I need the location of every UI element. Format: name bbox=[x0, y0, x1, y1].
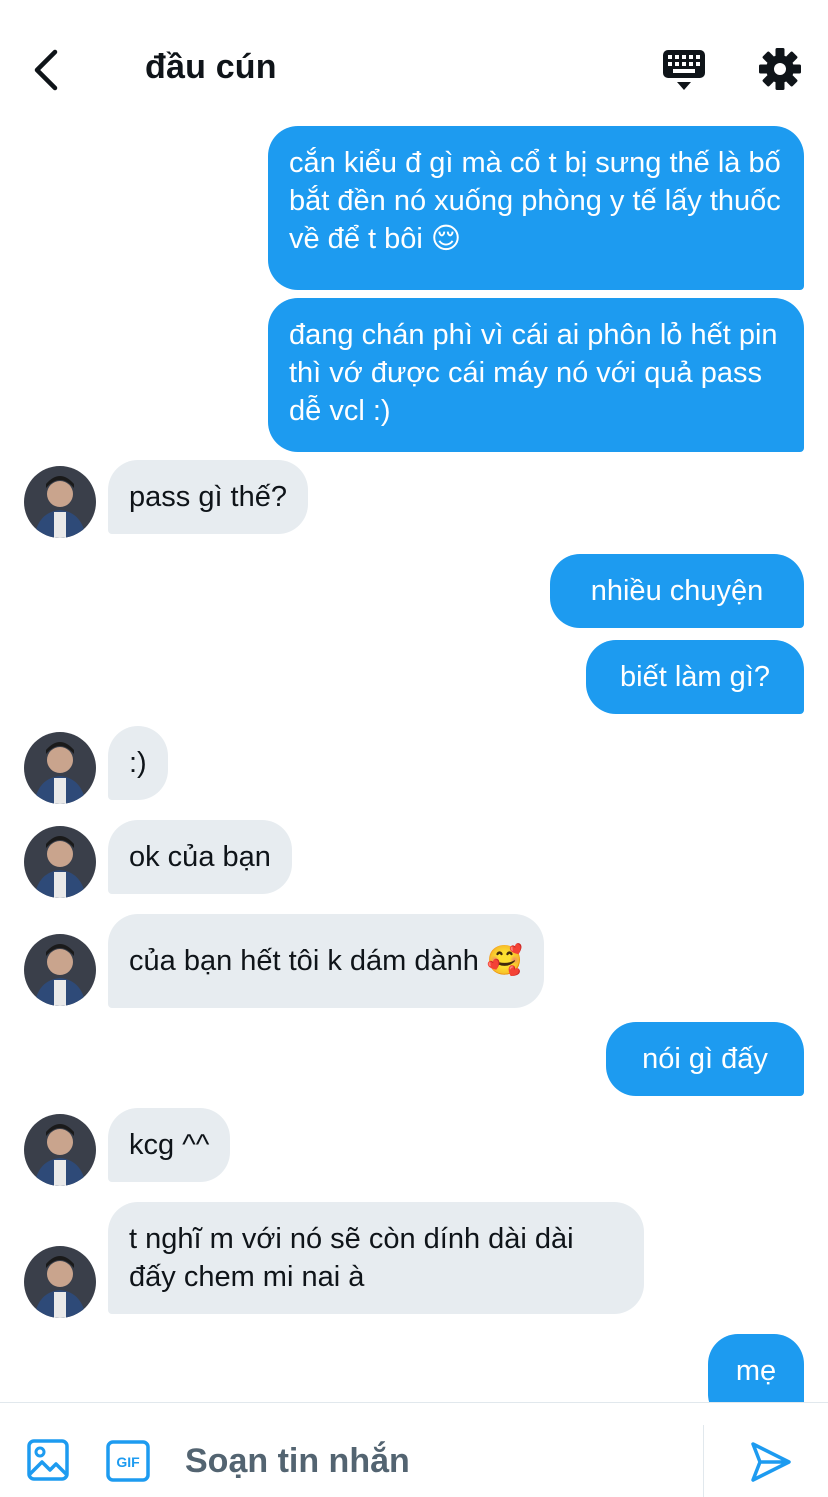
message-outgoing[interactable]: mẹ bbox=[708, 1334, 804, 1402]
message-bubble[interactable]: nhiều chuyện bbox=[550, 554, 804, 628]
back-button[interactable] bbox=[22, 40, 70, 100]
message-bubble[interactable]: pass gì thế? bbox=[108, 460, 308, 534]
message-outgoing[interactable]: nhiều chuyện bbox=[550, 554, 804, 628]
chevron-left-icon bbox=[34, 49, 58, 91]
message-outgoing[interactable]: biết làm gì? bbox=[586, 640, 804, 714]
message-bubble[interactable]: đang chán phì vì cái ai phôn lỏ hết pin … bbox=[268, 298, 804, 452]
message-incoming[interactable]: pass gì thế? bbox=[108, 460, 308, 534]
avatar[interactable] bbox=[24, 826, 96, 898]
avatar[interactable] bbox=[24, 732, 96, 804]
avatar[interactable] bbox=[24, 466, 96, 538]
gif-icon: GIF bbox=[106, 1440, 150, 1482]
message-bubble[interactable]: của bạn hết tôi k dám dành 🥰 bbox=[108, 914, 545, 1008]
message-bubble[interactable]: biết làm gì? bbox=[586, 640, 804, 714]
message-bubble[interactable]: mẹ bbox=[708, 1334, 804, 1402]
keyboard-button[interactable] bbox=[660, 44, 708, 96]
message-incoming[interactable]: :) bbox=[108, 726, 168, 800]
keyboard-icon bbox=[663, 50, 705, 90]
conversation-header: đầu cún bbox=[0, 0, 828, 120]
message-composer: GIF Soạn tin nhắn bbox=[0, 1402, 828, 1497]
message-bubble[interactable]: :) bbox=[108, 726, 168, 800]
avatar[interactable] bbox=[24, 934, 96, 1006]
message-input[interactable]: Soạn tin nhắn bbox=[185, 1436, 685, 1486]
image-icon bbox=[27, 1439, 69, 1481]
send-icon bbox=[751, 1442, 791, 1482]
send-button[interactable] bbox=[748, 1439, 794, 1485]
gif-label: GIF bbox=[116, 1454, 140, 1470]
gif-button[interactable]: GIF bbox=[106, 1440, 150, 1482]
gear-icon bbox=[759, 48, 801, 90]
message-thread[interactable]: cắn kiểu đ gì mà cổ t bị sưng thế là bố … bbox=[0, 120, 828, 1402]
avatar[interactable] bbox=[24, 1114, 96, 1186]
avatar[interactable] bbox=[24, 1246, 96, 1318]
message-bubble[interactable]: ok của bạn bbox=[108, 820, 292, 894]
message-outgoing[interactable]: cắn kiểu đ gì mà cổ t bị sưng thế là bố … bbox=[268, 126, 804, 290]
settings-button[interactable] bbox=[757, 46, 803, 92]
add-photo-button[interactable] bbox=[26, 1438, 70, 1482]
message-bubble[interactable]: t nghĩ m với nó sẽ còn dính dài dài đấy … bbox=[108, 1202, 644, 1314]
message-incoming[interactable]: của bạn hết tôi k dám dành 🥰 bbox=[108, 914, 545, 1008]
message-bubble[interactable]: nói gì đấy bbox=[606, 1022, 804, 1096]
message-incoming[interactable]: ok của bạn bbox=[108, 820, 292, 894]
message-bubble[interactable]: kcg ^^ bbox=[108, 1108, 231, 1182]
conversation-title[interactable]: đầu cún bbox=[145, 48, 277, 87]
message-outgoing[interactable]: nói gì đấy bbox=[606, 1022, 804, 1096]
message-bubble[interactable]: cắn kiểu đ gì mà cổ t bị sưng thế là bố … bbox=[268, 126, 804, 290]
composer-divider bbox=[703, 1425, 704, 1497]
message-outgoing[interactable]: đang chán phì vì cái ai phôn lỏ hết pin … bbox=[268, 298, 804, 452]
message-incoming[interactable]: kcg ^^ bbox=[108, 1108, 231, 1182]
message-incoming[interactable]: t nghĩ m với nó sẽ còn dính dài dài đấy … bbox=[108, 1202, 644, 1314]
